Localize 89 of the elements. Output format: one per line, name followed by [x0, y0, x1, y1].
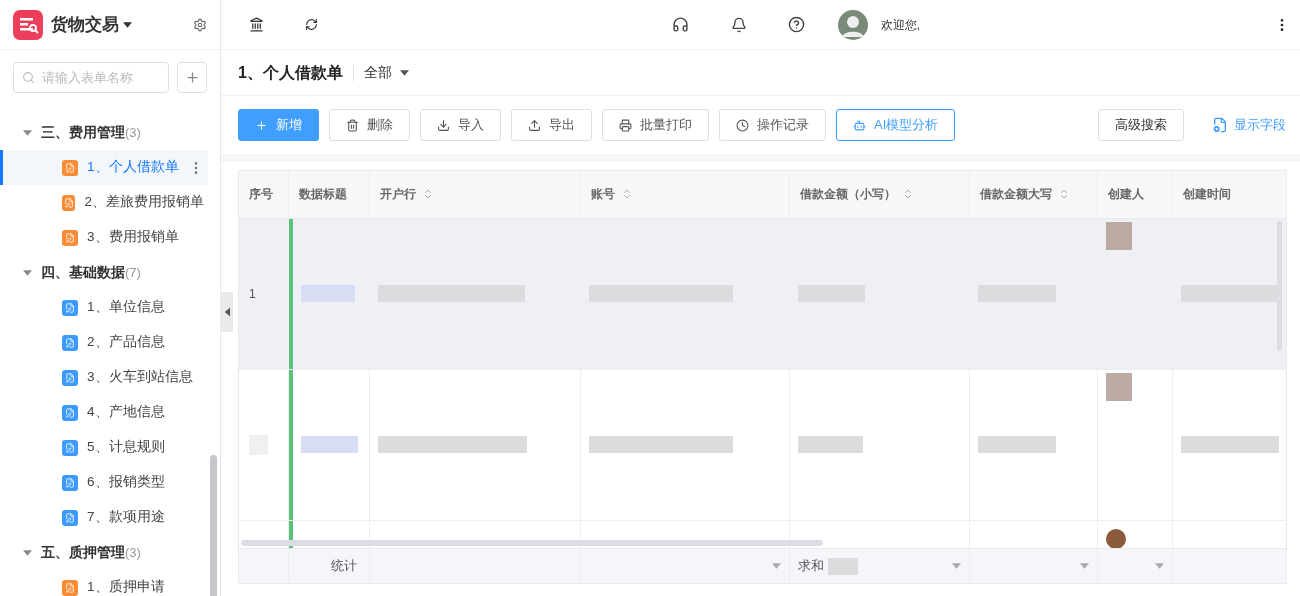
table-cell-text: 1 [249, 285, 256, 303]
summary-dropdown[interactable]: 求和 [790, 549, 970, 583]
item-label: 7、款项用途 [87, 508, 165, 527]
toolbar-button[interactable]: 批量打印 [602, 109, 709, 141]
sort-icon [902, 188, 914, 201]
horizontal-scrollbar[interactable] [241, 540, 823, 546]
toolbar-button[interactable]: 删除 [329, 109, 410, 141]
tree-item[interactable]: 5、计息规则 [0, 430, 208, 465]
blurred-text [301, 436, 358, 454]
column-header[interactable]: 账号 [581, 171, 790, 218]
item-label: 1、质押申请 [87, 578, 165, 596]
tree-item[interactable]: 1、单位信息 [0, 290, 208, 325]
caret-icon [952, 563, 961, 570]
app-title[interactable]: 货物交易 [51, 11, 119, 38]
column-header[interactable]: 序号 [239, 171, 289, 218]
toolbar-button[interactable]: 导出 [511, 109, 592, 141]
refresh-icon[interactable] [305, 18, 318, 31]
greeting-text: 欢迎您, [880, 16, 921, 34]
tree-item[interactable]: 3、费用报销单 [0, 220, 208, 255]
plus-icon [255, 118, 268, 132]
bank-icon[interactable] [249, 17, 264, 32]
upload-icon [528, 118, 541, 132]
bell-icon[interactable] [730, 16, 747, 33]
group-name: 三、费用管理(3) [41, 123, 141, 142]
item-label: 2、差旅费用报销单 [84, 193, 204, 212]
avatar-thumbnail [1106, 221, 1132, 250]
blurred-text [828, 557, 858, 575]
avatar-thumbnail [1106, 372, 1132, 401]
table-row[interactable]: 1 [239, 218, 1286, 370]
tree-item[interactable]: 2、差旅费用报销单 [0, 185, 208, 220]
tree-group[interactable]: 五、质押管理(3) [0, 535, 220, 570]
app-logo-icon [13, 9, 43, 40]
sort-icon [422, 188, 434, 201]
item-label: 2、产品信息 [87, 333, 165, 352]
tree-group[interactable]: 四、基础数据(7) [0, 255, 220, 290]
item-label: 5、计息规则 [87, 438, 165, 457]
toolbar-button[interactable]: 导入 [420, 109, 501, 141]
item-label: 6、报销类型 [87, 473, 165, 492]
download-icon [437, 118, 450, 132]
toolbar-button[interactable]: 操作记录 [719, 109, 826, 141]
tree-item[interactable]: 1、个人借款单 [0, 150, 208, 185]
summary-cell: 统计 [289, 549, 370, 583]
column-header[interactable]: 借款金额大写 [970, 171, 1098, 218]
tree-item[interactable]: 1、质押申请 [0, 570, 208, 596]
tree-item[interactable]: 7、款项用途 [0, 500, 208, 535]
tree-item[interactable]: 3、火车到站信息 [0, 360, 208, 395]
tree-item[interactable]: 6、报销类型 [0, 465, 208, 500]
group-name: 四、基础数据(7) [41, 263, 141, 282]
caret-icon [1080, 563, 1089, 570]
robot-icon [853, 118, 866, 132]
user-avatar[interactable] [837, 9, 868, 40]
group-name: 五、质押管理(3) [41, 543, 141, 562]
blurred-text [798, 436, 863, 454]
column-header[interactable]: 数据标题 [289, 171, 370, 218]
scrollbar[interactable] [210, 455, 217, 596]
trash-icon [346, 118, 359, 132]
page-title: 1、个人借款单 [238, 62, 343, 83]
caret-icon [399, 69, 409, 76]
caret-icon [123, 21, 132, 28]
item-label: 3、费用报销单 [87, 228, 179, 247]
printer-icon [619, 118, 632, 132]
collapse-handle[interactable] [221, 292, 233, 332]
caret-icon [1155, 563, 1164, 570]
sort-icon [1058, 188, 1070, 201]
clock-icon [736, 118, 749, 132]
caret-icon [224, 307, 230, 317]
advanced-search-button[interactable]: 高级搜索 [1098, 109, 1184, 141]
caret-icon [772, 563, 781, 570]
column-header[interactable]: 创建时间 [1173, 171, 1287, 218]
settings-icon[interactable] [193, 17, 207, 32]
search-field[interactable]: 请输入表单名称 [13, 62, 170, 93]
search-icon [22, 71, 35, 84]
help-icon[interactable] [787, 16, 805, 33]
filter-dropdown[interactable]: 全部 [363, 62, 409, 83]
tree-item[interactable]: 4、产地信息 [0, 395, 208, 430]
item-label: 3、火车到站信息 [87, 368, 193, 387]
item-label: 1、单位信息 [87, 298, 165, 317]
file-settings-icon [1212, 117, 1228, 133]
column-header[interactable]: 借款金额（小写） [790, 171, 970, 218]
support-icon[interactable] [671, 16, 689, 33]
plus-icon [184, 70, 200, 85]
avatar-thumbnail [1106, 528, 1126, 549]
tree-group[interactable]: 三、费用管理(3) [0, 115, 220, 150]
sort-icon [621, 188, 633, 201]
tree-item[interactable]: 2、产品信息 [0, 325, 208, 360]
column-header[interactable]: 创建人 [1098, 171, 1173, 218]
item-label: 1、个人借款单 [87, 158, 179, 177]
column-header[interactable]: 开户行 [370, 171, 581, 218]
item-label: 4、产地信息 [87, 403, 165, 422]
